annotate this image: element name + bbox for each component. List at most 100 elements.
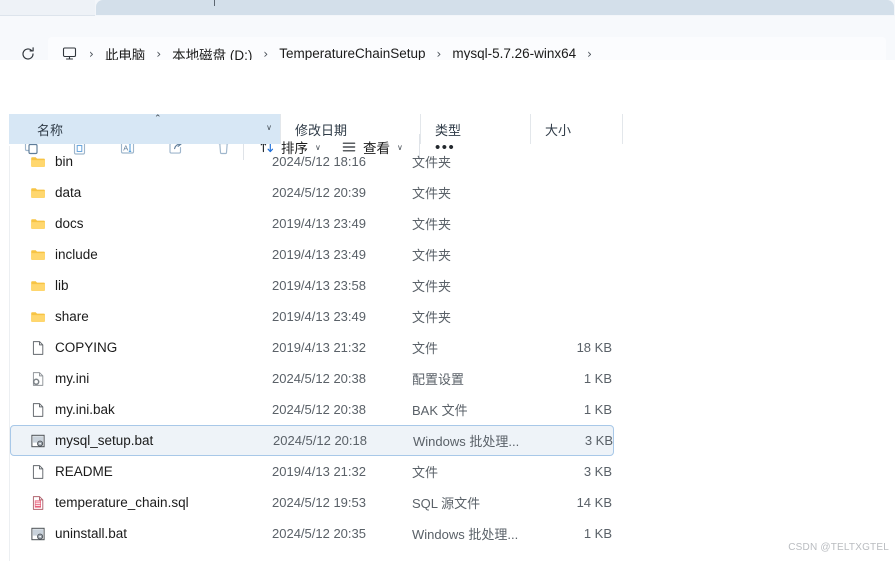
file-type-cell: 文件夹 xyxy=(412,279,452,294)
file-row[interactable]: temperature_chain.sql 2024/5/12 19:53 SQL … xyxy=(10,487,614,518)
column-header-date-modified[interactable]: 修改日期 xyxy=(280,114,420,144)
tab-strip xyxy=(0,0,895,16)
file-name-label: COPYING xyxy=(55,340,118,355)
file-size-cell: 1 KB xyxy=(583,402,612,417)
breadcrumb-separator-0: › xyxy=(89,46,94,61)
file-size-cell: 1 KB xyxy=(583,526,612,541)
file-row[interactable]: include 2019/4/13 23:49 文件夹 xyxy=(10,239,614,270)
file-list[interactable]: bin 2024/5/12 18:16 文件夹 data 2024/5/12 20:39… xyxy=(9,146,895,561)
file-name-label: mysql_setup.bat xyxy=(55,433,154,448)
file-row[interactable]: share 2019/4/13 23:49 文件夹 xyxy=(10,301,614,332)
file-row[interactable]: uninstall.bat 2024/5/12 20:35 Windows 批处理.… xyxy=(10,518,614,549)
breadcrumb-separator-4[interactable]: › xyxy=(587,48,592,60)
file-name-cell[interactable]: share xyxy=(10,301,272,332)
file-name-label: share xyxy=(55,309,89,324)
column-header-name-label: 名称 xyxy=(37,122,64,138)
file-name-cell[interactable]: COPYING xyxy=(10,332,272,363)
file-name-label: lib xyxy=(55,278,69,293)
file-name-cell[interactable]: bin xyxy=(10,146,272,177)
file-type-cell: 文件 xyxy=(412,341,439,356)
generic-file-icon xyxy=(32,464,44,479)
file-name-cell[interactable]: data xyxy=(10,177,272,208)
file-row[interactable]: my.ini 2024/5/12 20:38 配置设置 1 KB xyxy=(10,363,614,394)
file-name-cell[interactable]: mysql_setup.bat xyxy=(11,426,273,455)
file-name-cell[interactable]: lib xyxy=(10,270,272,301)
file-size-cell xyxy=(522,301,614,332)
folder-icon xyxy=(31,311,45,322)
config-file-icon xyxy=(32,371,44,386)
column-header-name[interactable]: ⌃ 名称 ∨ xyxy=(9,114,280,144)
file-row[interactable]: my.ini.bak 2024/5/12 20:38 BAK 文件 1 KB xyxy=(10,394,614,425)
batch-file-icon xyxy=(31,527,45,540)
csdn-watermark: CSDN @TELTXGTEL xyxy=(788,542,889,553)
address-bar: › 此电脑 › 本地磁盘 (D:) › TemperatureChainSetu… xyxy=(0,16,895,70)
file-type-cell: 文件夹 xyxy=(412,248,452,263)
column-header-type-label: 类型 xyxy=(435,122,462,138)
file-date-cell: 2024/5/12 20:18 xyxy=(273,433,367,448)
file-row[interactable]: mysql_setup.bat 2024/5/12 20:18 Windows 批处… xyxy=(10,425,614,456)
file-name-label: my.ini xyxy=(55,371,90,386)
generic-file-icon xyxy=(32,340,44,355)
file-name-label: bin xyxy=(55,154,74,169)
file-date-cell: 2024/5/12 18:16 xyxy=(272,154,366,169)
batch-file-icon xyxy=(31,434,45,447)
folder-icon xyxy=(31,156,45,167)
file-row[interactable]: lib 2019/4/13 23:58 文件夹 xyxy=(10,270,614,301)
folder-icon xyxy=(31,187,45,198)
file-date-cell: 2019/4/13 23:58 xyxy=(272,278,366,293)
file-type-cell: 配置设置 xyxy=(412,372,465,387)
file-size-cell: 3 KB xyxy=(584,433,613,448)
file-row[interactable]: data 2024/5/12 20:39 文件夹 xyxy=(10,177,614,208)
generic-file-icon xyxy=(32,402,44,417)
file-row[interactable]: README 2019/4/13 21:32 文件 3 KB xyxy=(10,456,614,487)
column-header-size[interactable]: 大小 xyxy=(530,114,622,144)
file-size-cell xyxy=(522,208,614,239)
sort-ascending-icon: ⌃ xyxy=(154,114,162,124)
file-date-cell: 2019/4/13 23:49 xyxy=(272,216,366,231)
folder-icon xyxy=(31,280,45,291)
tab-title-cursor xyxy=(214,0,215,6)
file-row[interactable]: bin 2024/5/12 18:16 文件夹 xyxy=(10,146,614,177)
file-size-cell: 18 KB xyxy=(576,340,612,355)
file-name-cell[interactable]: my.ini.bak xyxy=(10,394,272,425)
command-bar: A 排序 ∨ 查看 ∨ ••• xyxy=(0,60,895,160)
file-name-cell[interactable]: temperature_chain.sql xyxy=(10,487,272,518)
file-name-cell[interactable]: uninstall.bat xyxy=(10,518,272,549)
file-size-cell: 3 KB xyxy=(583,464,612,479)
file-date-cell: 2024/5/12 20:35 xyxy=(272,526,366,541)
column-header-size-label: 大小 xyxy=(545,122,572,138)
file-type-cell: 文件夹 xyxy=(412,310,452,325)
file-date-cell: 2019/4/13 21:32 xyxy=(272,340,366,355)
file-date-cell: 2024/5/12 20:38 xyxy=(272,402,366,417)
file-type-cell: 文件 xyxy=(412,465,439,480)
file-type-cell: 文件夹 xyxy=(412,186,452,201)
file-name-label: docs xyxy=(55,216,84,231)
active-tab[interactable] xyxy=(96,0,894,15)
file-name-label: my.ini.bak xyxy=(55,402,115,417)
file-name-cell[interactable]: include xyxy=(10,239,272,270)
file-name-cell[interactable]: README xyxy=(10,456,272,487)
file-date-cell: 2019/4/13 23:49 xyxy=(272,309,366,324)
file-size-cell: 1 KB xyxy=(583,371,612,386)
sql-file-icon xyxy=(32,495,44,510)
chevron-down-icon[interactable]: ∨ xyxy=(266,123,272,132)
file-name-label: temperature_chain.sql xyxy=(55,495,189,510)
file-name-label: data xyxy=(55,185,82,200)
breadcrumb-separator-3: › xyxy=(436,46,442,61)
breadcrumb-separator-1: › xyxy=(156,46,162,61)
file-date-cell: 2024/5/12 20:39 xyxy=(272,185,366,200)
file-row[interactable]: docs 2019/4/13 23:49 文件夹 xyxy=(10,208,614,239)
file-size-cell xyxy=(522,146,614,177)
file-name-cell[interactable]: docs xyxy=(10,208,272,239)
column-header-type[interactable]: 类型 xyxy=(420,114,530,144)
tab-strip-background xyxy=(0,0,95,16)
file-date-cell: 2024/5/12 19:53 xyxy=(272,495,366,510)
file-name-label: README xyxy=(55,464,113,479)
file-row[interactable]: COPYING 2019/4/13 21:32 文件 18 KB xyxy=(10,332,614,363)
file-type-cell: Windows 批处理... xyxy=(412,527,519,542)
file-type-cell: 文件夹 xyxy=(412,155,452,170)
file-name-cell[interactable]: my.ini xyxy=(10,363,272,394)
breadcrumb-separator-2: › xyxy=(263,46,269,61)
column-header-row: ⌃ 名称 ∨ 修改日期 类型 大小 xyxy=(9,114,895,144)
column-header-date-label: 修改日期 xyxy=(295,122,348,138)
